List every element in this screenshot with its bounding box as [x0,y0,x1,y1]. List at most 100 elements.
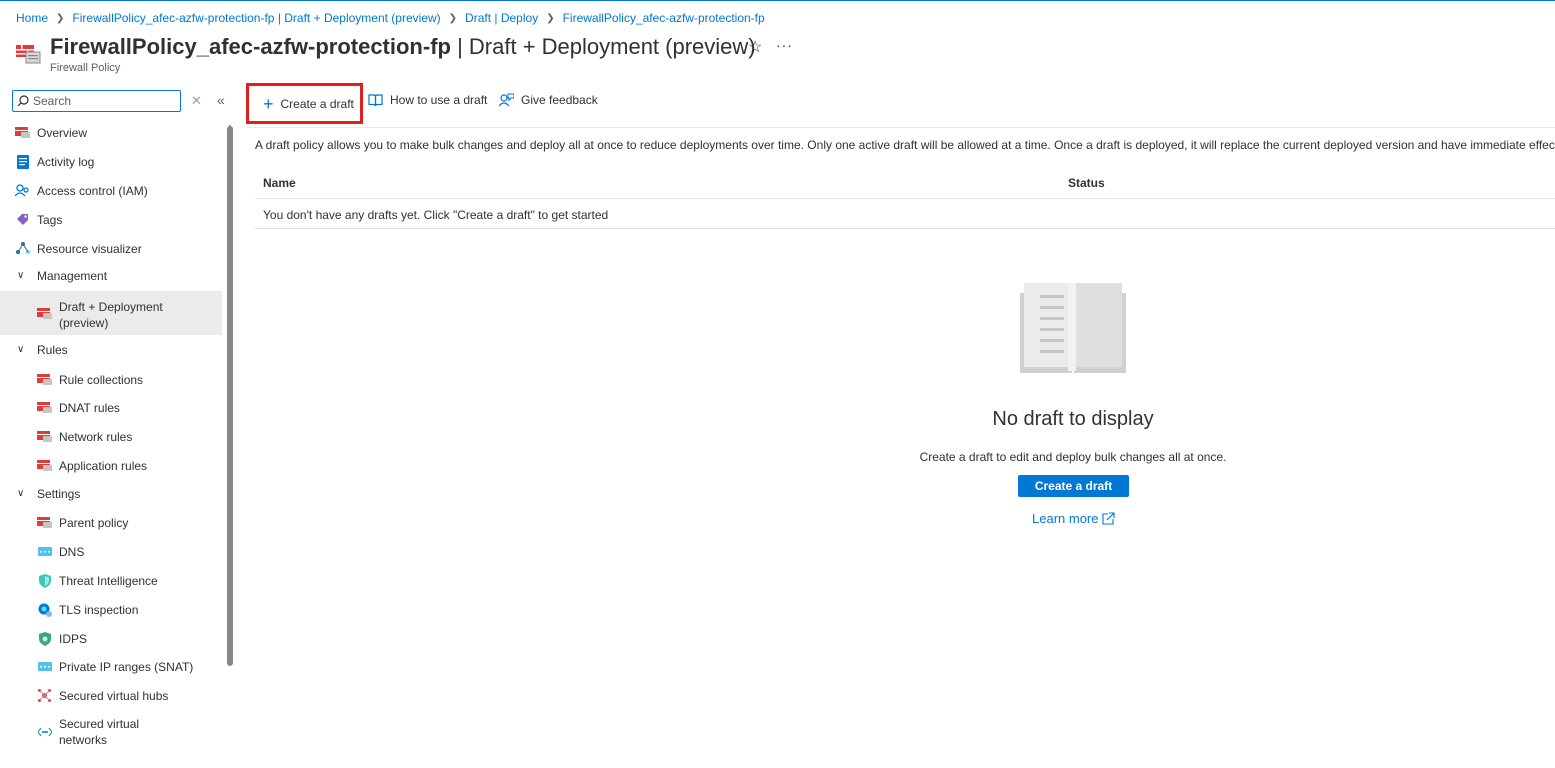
clear-search-icon[interactable]: ✕ [191,93,202,109]
sidebar-item-tags[interactable]: Tags [0,211,222,228]
create-draft-label: Create a draft [280,96,354,111]
toolbar-divider [246,127,1555,128]
sidebar-item-label-line1: Draft + Deployment [59,300,163,314]
sidebar-item-parent-policy[interactable]: Parent policy [0,514,222,531]
sidebar-item-label: DNAT rules [59,400,120,415]
sidebar-item-label: Activity log [37,154,95,169]
activity-log-icon [15,154,30,169]
how-to-use-draft-label: How to use a draft [390,93,488,107]
virtual-hub-icon [37,689,52,702]
sidebar-item-application-rules[interactable]: Application rules [0,457,222,474]
chevron-right-icon: ❯ [448,12,458,24]
firewall-policy-icon [37,307,52,320]
search-icon [17,95,29,107]
tag-icon [15,213,30,226]
sidebar-item-label-line2: networks [59,733,108,747]
sidebar-item-secured-virtual-networks[interactable]: Secured virtual networks [0,714,222,750]
open-book-icon [1020,283,1126,373]
sidebar-item-label: Resource visualizer [37,241,142,256]
sidebar-scrollbar-thumb[interactable] [227,126,233,666]
chevron-down-icon: ∨ [17,488,25,499]
chevron-right-icon: ❯ [546,12,555,24]
give-feedback-button[interactable]: Give feedback [499,93,598,107]
breadcrumb-home[interactable]: Home [16,11,48,25]
sidebar-group-rules[interactable]: ∨ Rules [0,341,222,358]
learn-more-label: Learn more [1032,511,1099,526]
book-icon [368,93,383,107]
plus-icon: + [263,93,274,114]
sidebar-item-draft-deployment[interactable]: Draft + Deployment (preview) [0,291,222,335]
sidebar-item-network-rules[interactable]: Network rules [0,428,222,445]
sidebar-item-label-line2: (preview) [59,316,109,330]
sidebar-group-settings[interactable]: ∨ Settings [0,485,222,502]
sidebar-item-dns[interactable]: DNS [0,543,222,560]
chevron-down-icon: ∨ [17,344,25,355]
vnet-icon [37,726,52,739]
collapse-sidebar-icon[interactable]: « [217,92,225,108]
sidebar-item-label: Rule collections [59,372,144,387]
breadcrumb: Home ❯ FirewallPolicy_afec-azfw-protecti… [16,10,765,26]
column-header-status[interactable]: Status [1068,176,1105,190]
shield-icon [37,573,52,588]
search-placeholder: Search [33,94,72,108]
resource-type-subtitle: Firewall Policy [50,62,121,74]
sidebar-item-activity-log[interactable]: Activity log [0,153,222,170]
star-icon[interactable]: ☆ [748,37,762,57]
sidebar-search-input[interactable]: Search [12,90,181,112]
firewall-policy-icon [37,373,52,386]
sidebar-item-resource-visualizer[interactable]: Resource visualizer [0,240,222,257]
sidebar-item-dnat-rules[interactable]: DNAT rules [0,399,222,416]
empty-state-title: No draft to display [992,408,1154,430]
page-title: FirewallPolicy_afec-azfw-protection-fp |… [50,34,756,60]
sidebar-item-label: Secured virtual networks [59,716,139,748]
sidebar-group-label: Settings [37,486,81,501]
visualizer-icon [15,242,30,255]
sidebar-item-private-ip-ranges[interactable]: Private IP ranges (SNAT) [0,658,222,675]
breadcrumb-policy-deployment[interactable]: FirewallPolicy_afec-azfw-protection-fp |… [72,11,440,25]
breadcrumb-policy[interactable]: FirewallPolicy_afec-azfw-protection-fp [563,11,765,25]
firewall-policy-icon [37,459,52,472]
sidebar-item-label: Secured virtual hubs [59,688,169,703]
create-draft-toolbar-button[interactable]: + Create a draft [246,83,363,124]
top-accent-line [0,0,1555,1]
sidebar-item-label: Parent policy [59,515,129,530]
ip-range-icon [37,660,52,673]
dns-icon [37,545,52,558]
sidebar-item-overview[interactable]: Overview [0,124,222,141]
drafts-table-header: Name Status [255,168,1555,199]
sidebar-item-rule-collections[interactable]: Rule collections [0,371,222,388]
ellipsis-icon[interactable]: ··· [776,37,793,53]
sidebar-item-label: Overview [37,125,88,140]
firewall-policy-icon [37,401,52,414]
draft-info-text: A draft policy allows you to make bulk c… [255,138,1555,152]
external-link-icon [1102,512,1116,525]
shield-icon [37,631,52,646]
create-draft-button[interactable]: Create a draft [1018,475,1129,497]
sidebar-group-management[interactable]: ∨ Management [0,267,222,284]
sidebar-item-iam[interactable]: Access control (IAM) [0,182,222,199]
sidebar-group-label: Rules [37,342,68,357]
sidebar-item-idps[interactable]: IDPS [0,630,222,647]
sidebar-item-label: Draft + Deployment (preview) [59,299,163,331]
chevron-down-icon: ∨ [17,270,25,281]
sidebar-item-label: Application rules [59,458,148,473]
sidebar-item-label: DNS [59,544,85,559]
breadcrumb-draft-deploy[interactable]: Draft | Deploy [465,11,538,25]
give-feedback-label: Give feedback [521,93,598,107]
firewall-policy-icon [15,126,30,139]
sidebar-item-threat-intelligence[interactable]: Threat Intelligence [0,572,222,589]
column-header-name[interactable]: Name [263,176,296,190]
sidebar-item-label: IDPS [59,631,88,646]
learn-more-link[interactable]: Learn more [1032,511,1116,526]
sidebar-item-tls-inspection[interactable]: TLS inspection [0,601,222,618]
firewall-policy-icon [37,430,52,443]
sidebar-item-label: Tags [37,212,63,227]
sidebar-item-label: Network rules [59,429,133,444]
tls-icon [37,603,52,617]
empty-row-message: You don't have any drafts yet. Click "Cr… [263,208,609,222]
how-to-use-draft-button[interactable]: How to use a draft [368,93,487,107]
table-row-empty: You don't have any drafts yet. Click "Cr… [255,200,1555,229]
sidebar-item-secured-virtual-hubs[interactable]: Secured virtual hubs [0,687,222,704]
firewall-policy-icon [37,516,52,529]
empty-state-description: Create a draft to edit and deploy bulk c… [919,450,1227,464]
